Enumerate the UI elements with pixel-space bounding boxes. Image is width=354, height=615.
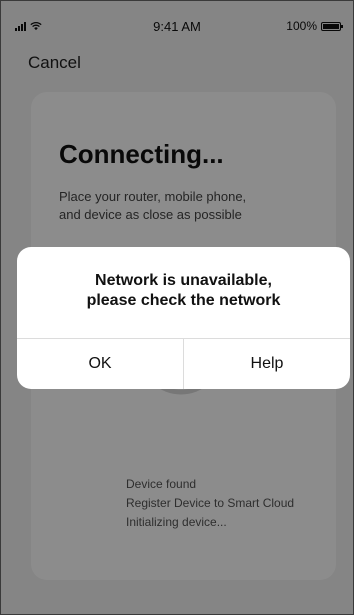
alert-message-line2: please check the network [86,292,281,309]
help-button[interactable]: Help [184,339,350,389]
ok-button[interactable]: OK [17,339,183,389]
network-alert: Network is unavailable, please check the… [17,247,350,389]
alert-message-line1: Network is unavailable, [95,272,272,289]
alert-message: Network is unavailable, please check the… [17,271,350,311]
phone-screen: 9:41 AM 100% Cancel Connecting... Place … [0,0,354,615]
